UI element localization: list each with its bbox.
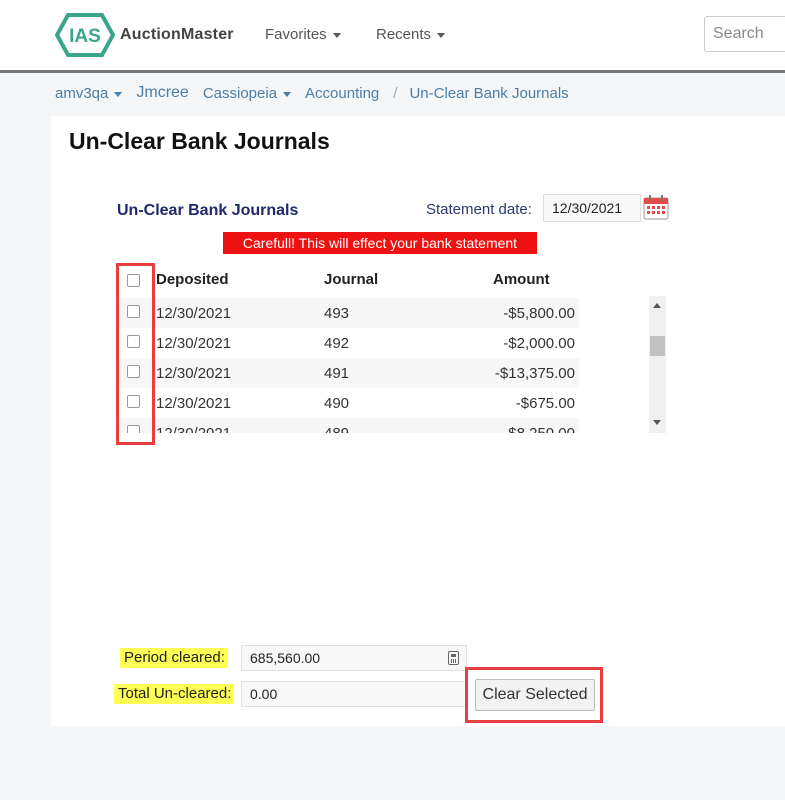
table-scrollbar[interactable] [649, 296, 666, 433]
table-header: Deposited Journal Amount [117, 266, 579, 294]
cell-deposited: 12/30/2021 [156, 335, 232, 352]
calendar-icon[interactable] [643, 194, 669, 220]
scroll-down-arrow-icon[interactable] [653, 420, 661, 425]
table-row[interactable]: 12/30/2021 493 -$5,800.00 [117, 298, 579, 329]
header-deposited[interactable]: Deposited [156, 271, 229, 288]
total-uncleared-label: Total Un-cleared: [114, 684, 235, 704]
cell-deposited: 12/30/2021 [156, 425, 231, 433]
breadcrumb-separator: / [393, 84, 398, 102]
cell-deposited: 12/30/2021 [156, 305, 232, 322]
cell-amount: -$8,250.00 [503, 425, 575, 433]
favorites-label: Favorites [265, 26, 327, 43]
cell-journal: 489 [324, 425, 349, 433]
caret-down-icon [283, 91, 292, 97]
table-row[interactable]: 12/30/2021 492 -$2,000.00 [117, 328, 579, 359]
period-cleared-field[interactable] [241, 645, 467, 671]
logo-hexagon-icon: IAS [54, 13, 116, 57]
header-amount[interactable]: Amount [493, 271, 550, 288]
cell-amount: -$2,000.00 [503, 335, 575, 352]
section-title: Un-Clear Bank Journals [117, 202, 299, 219]
caret-down-icon [332, 33, 341, 38]
top-navbar: IAS AuctionMaster Favorites Recents [0, 0, 785, 73]
breadcrumb-user[interactable]: Jmcree [136, 84, 188, 102]
breadcrumb-account[interactable]: amv3qa [55, 85, 123, 102]
breadcrumb-section[interactable]: Accounting [305, 85, 379, 102]
table-row[interactable]: 12/30/2021 490 -$675.00 [117, 388, 579, 419]
cell-journal: 493 [324, 305, 350, 322]
content-card: Un-Clear Bank Journals Un-Clear Bank Jou… [51, 116, 785, 726]
calculator-icon[interactable] [448, 651, 459, 665]
cell-amount: -$675.00 [515, 395, 575, 412]
header-journal[interactable]: Journal [324, 271, 378, 288]
recents-menu[interactable]: Recents [376, 26, 446, 43]
scroll-thumb[interactable] [650, 336, 665, 356]
cell-amount: -$5,800.00 [503, 305, 575, 322]
statement-date-label: Statement date: [426, 201, 532, 218]
period-cleared-label: Period cleared: [120, 648, 228, 668]
page-title: Un-Clear Bank Journals [69, 128, 330, 154]
scroll-up-arrow-icon[interactable] [653, 303, 661, 308]
favorites-menu[interactable]: Favorites [265, 26, 341, 43]
statement-date-input[interactable] [543, 194, 641, 222]
total-uncleared-field[interactable] [241, 681, 467, 707]
table-row[interactable]: 12/30/2021 489 -$8,250.00 [117, 418, 579, 433]
warning-banner: Carefull! This will effect your bank sta… [223, 232, 537, 254]
brand-name: AuctionMaster [120, 26, 234, 43]
cell-amount: -$13,375.00 [494, 365, 575, 382]
breadcrumb-company[interactable]: Cassiopeia [203, 85, 292, 102]
cell-deposited: 12/30/2021 [156, 365, 232, 382]
cell-journal: 490 [324, 395, 350, 412]
table-body[interactable]: 12/30/2021 493 -$5,800.00 12/30/2021 492… [117, 296, 579, 433]
table-row[interactable]: 12/30/2021 491 -$13,375.00 [117, 358, 579, 389]
app-logo[interactable]: IAS AuctionMaster [54, 12, 234, 58]
clear-button-highlight [465, 667, 603, 723]
search-input[interactable] [704, 16, 785, 52]
breadcrumb: amv3qa Jmcree Cassiopeia Accounting / Un… [55, 84, 583, 102]
recents-label: Recents [376, 26, 432, 43]
checkbox-column-highlight [116, 263, 155, 445]
caret-down-icon [437, 33, 446, 38]
cell-deposited: 12/30/2021 [156, 395, 232, 412]
caret-down-icon [114, 91, 123, 97]
cell-journal: 492 [324, 335, 350, 352]
breadcrumb-current[interactable]: Un-Clear Bank Journals [409, 85, 568, 102]
cell-journal: 491 [324, 365, 350, 382]
logo-text: IAS [69, 26, 101, 47]
